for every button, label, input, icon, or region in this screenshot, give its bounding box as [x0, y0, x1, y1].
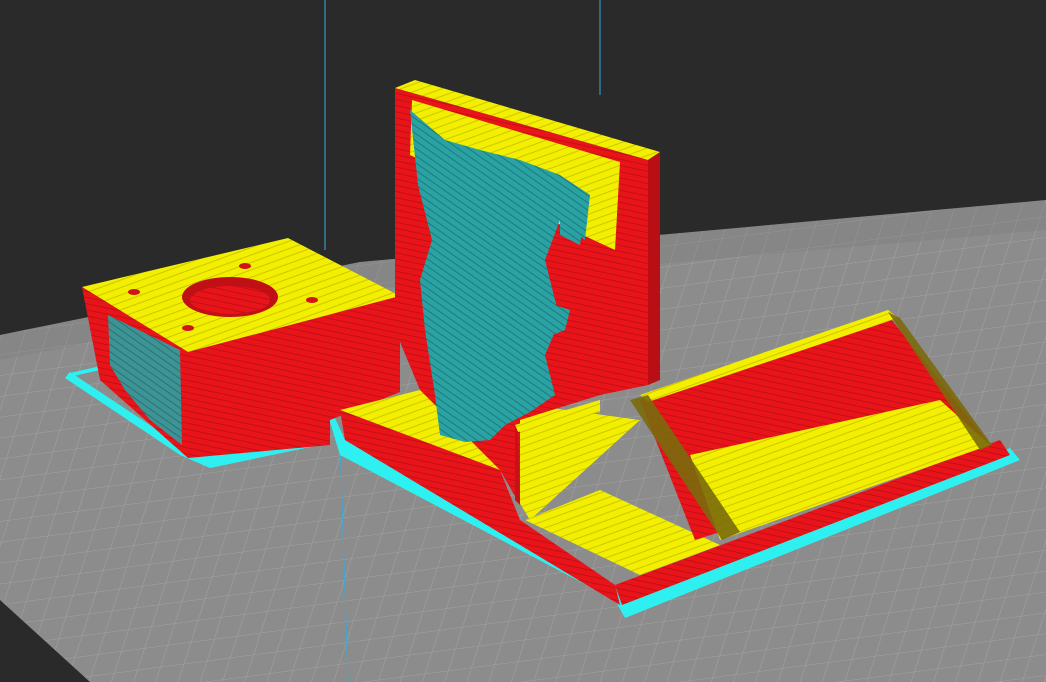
- screw-hole: [239, 263, 251, 269]
- layer-preview-scene[interactable]: [0, 0, 1046, 682]
- motor-hole-inner: [190, 286, 270, 314]
- screw-hole: [306, 297, 318, 303]
- 3d-viewport[interactable]: [0, 0, 1046, 682]
- back-plate-side: [648, 152, 660, 385]
- screw-hole: [128, 289, 140, 295]
- screw-hole: [182, 325, 194, 331]
